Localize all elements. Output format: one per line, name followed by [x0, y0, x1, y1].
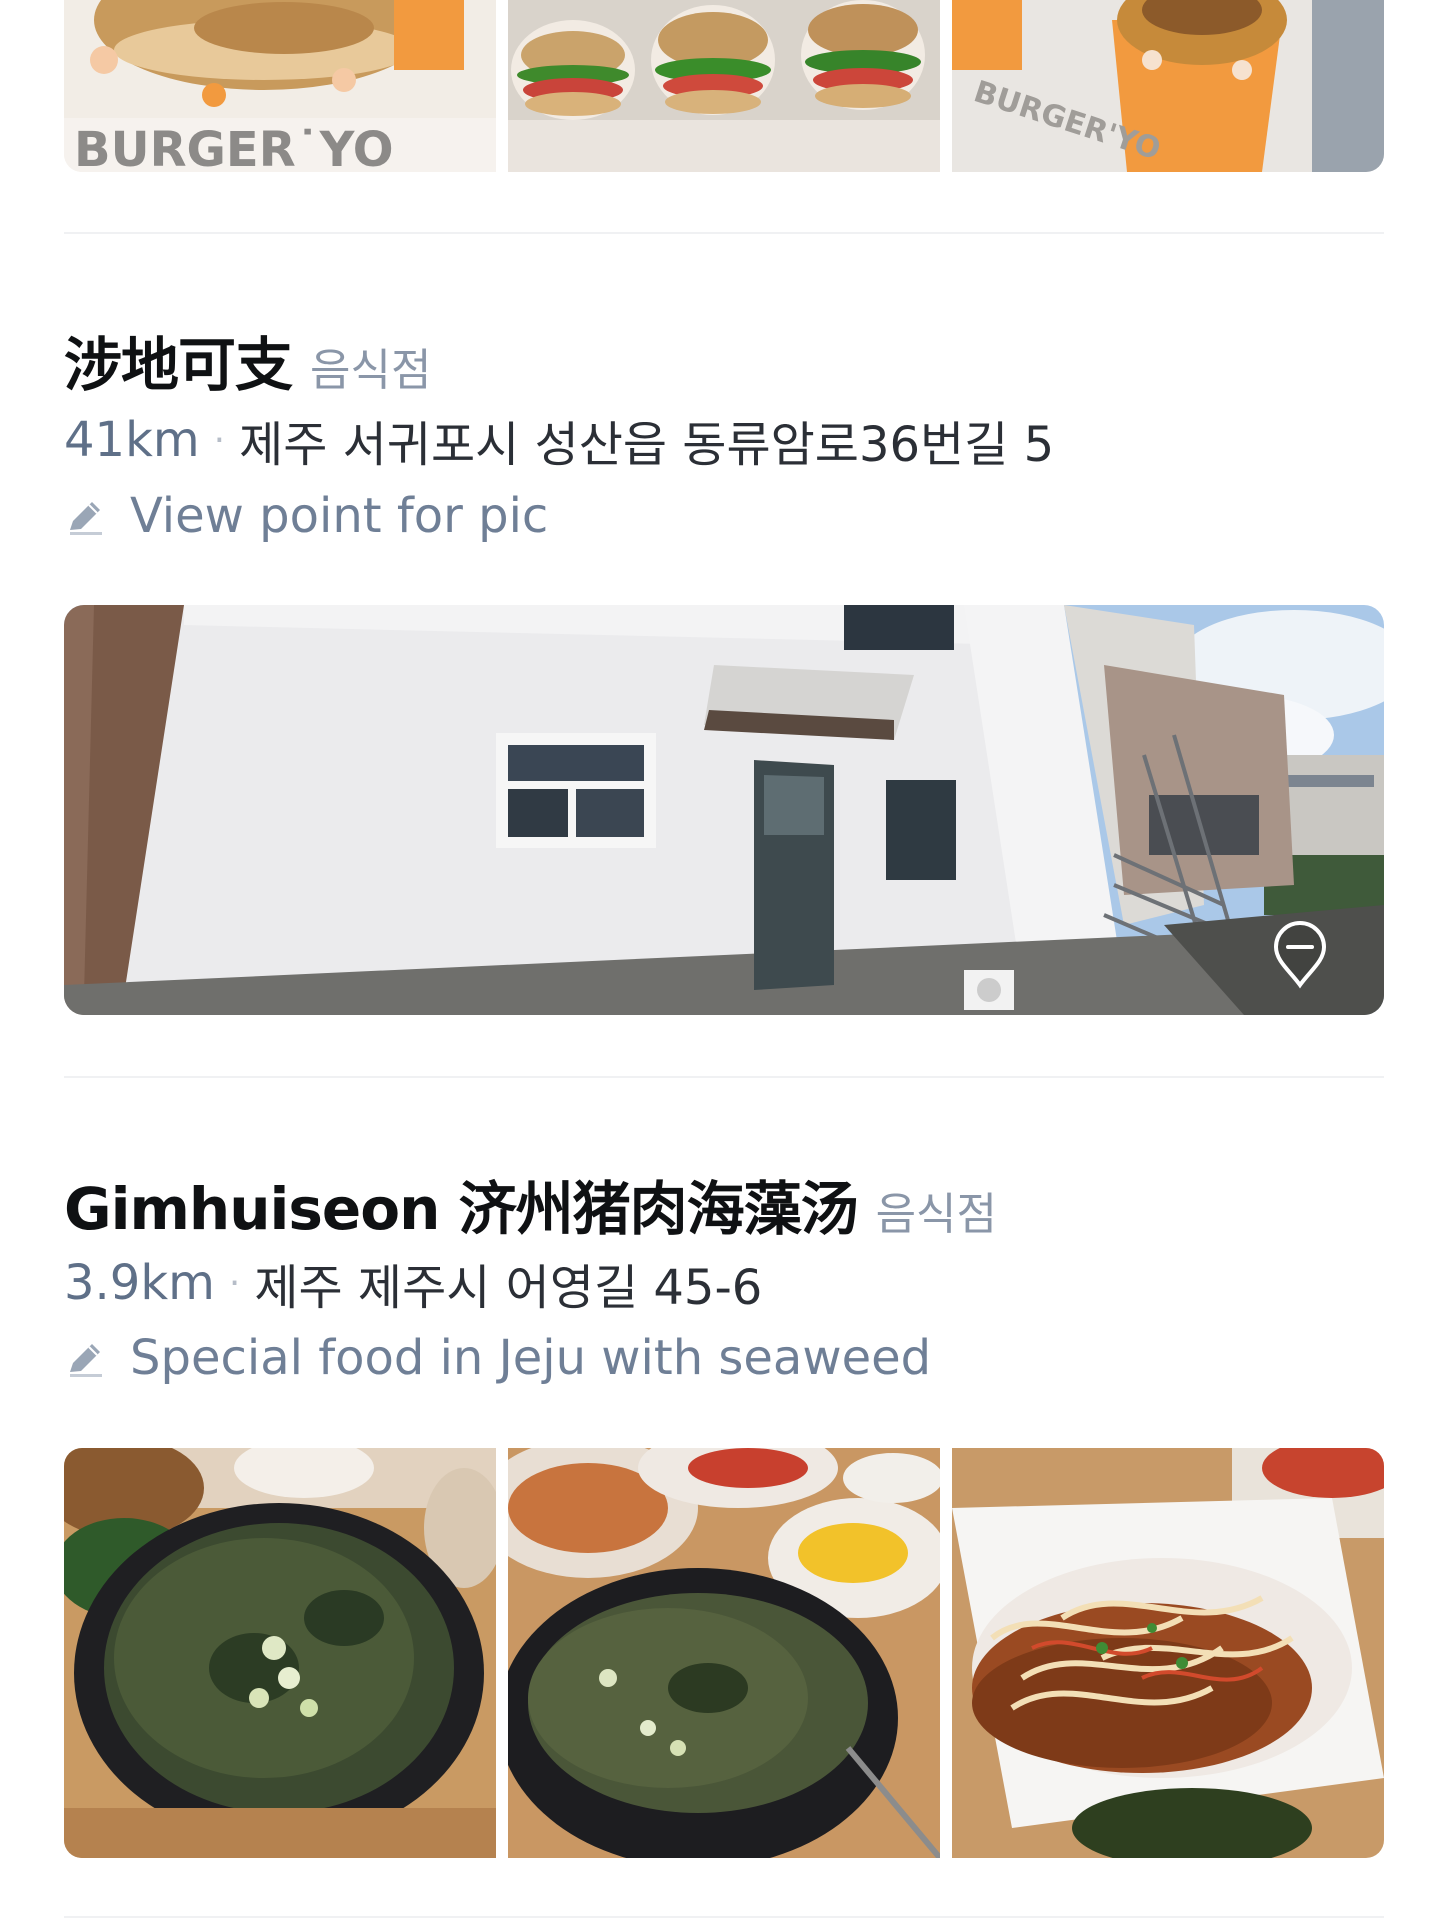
separator-dot: · — [213, 419, 226, 461]
place-1-category: 음식점 — [310, 345, 432, 396]
place-1-note: View point for pic — [64, 488, 548, 544]
place-1-address: 제주 서귀포시 성산읍 동류암로36번길 5 — [239, 417, 1055, 473]
place-2-category: 음식점 — [875, 1189, 998, 1240]
separator-dot: · — [228, 1262, 241, 1304]
map-pin-icon[interactable] — [1270, 919, 1330, 989]
place-1-distance: 41km — [64, 412, 200, 468]
place-2-name[interactable]: Gimhuiseon 济州猪肉海藻汤 — [64, 1162, 859, 1246]
place-1-title[interactable]: 涉地可支 음식점 — [64, 318, 431, 402]
burger-photo-row: BURGER˙YO BURGER'YO — [64, 0, 1384, 172]
photo-burger-2[interactable] — [508, 0, 940, 172]
divider — [64, 1916, 1384, 1918]
place-1-meta: 41km · 제주 서귀포시 성산읍 동류암로36번길 5 — [64, 405, 1054, 475]
place-2-title[interactable]: Gimhuiseon 济州猪肉海藻汤 음식점 — [64, 1162, 997, 1246]
place-2-note: Special food in Jeju with seaweed — [64, 1330, 931, 1386]
photo-fish-dish[interactable] — [952, 1448, 1384, 1858]
place-1-name[interactable]: 涉地可支 — [64, 318, 293, 402]
place-2-address: 제주 제주시 어영길 45-6 — [254, 1260, 763, 1316]
pencil-icon — [70, 1344, 102, 1377]
photo-burger-3[interactable]: BURGER'YO — [952, 0, 1384, 172]
photo-building[interactable] — [64, 605, 1384, 1015]
food-photo-row — [64, 1448, 1384, 1858]
divider — [64, 232, 1384, 234]
place-2-distance: 3.9km — [64, 1255, 215, 1311]
burger-yo-watermark: BURGER˙YO — [74, 122, 394, 172]
photo-soup-2[interactable] — [508, 1448, 940, 1858]
place-1-note-text: View point for pic — [130, 488, 549, 544]
divider — [64, 1076, 1384, 1078]
pencil-icon — [70, 502, 102, 535]
photo-soup-1[interactable] — [64, 1448, 496, 1858]
place-2-note-text: Special food in Jeju with seaweed — [130, 1330, 932, 1386]
photo-burger-1[interactable]: BURGER˙YO — [64, 0, 496, 172]
place-2-meta: 3.9km · 제주 제주시 어영길 45-6 — [64, 1248, 762, 1318]
